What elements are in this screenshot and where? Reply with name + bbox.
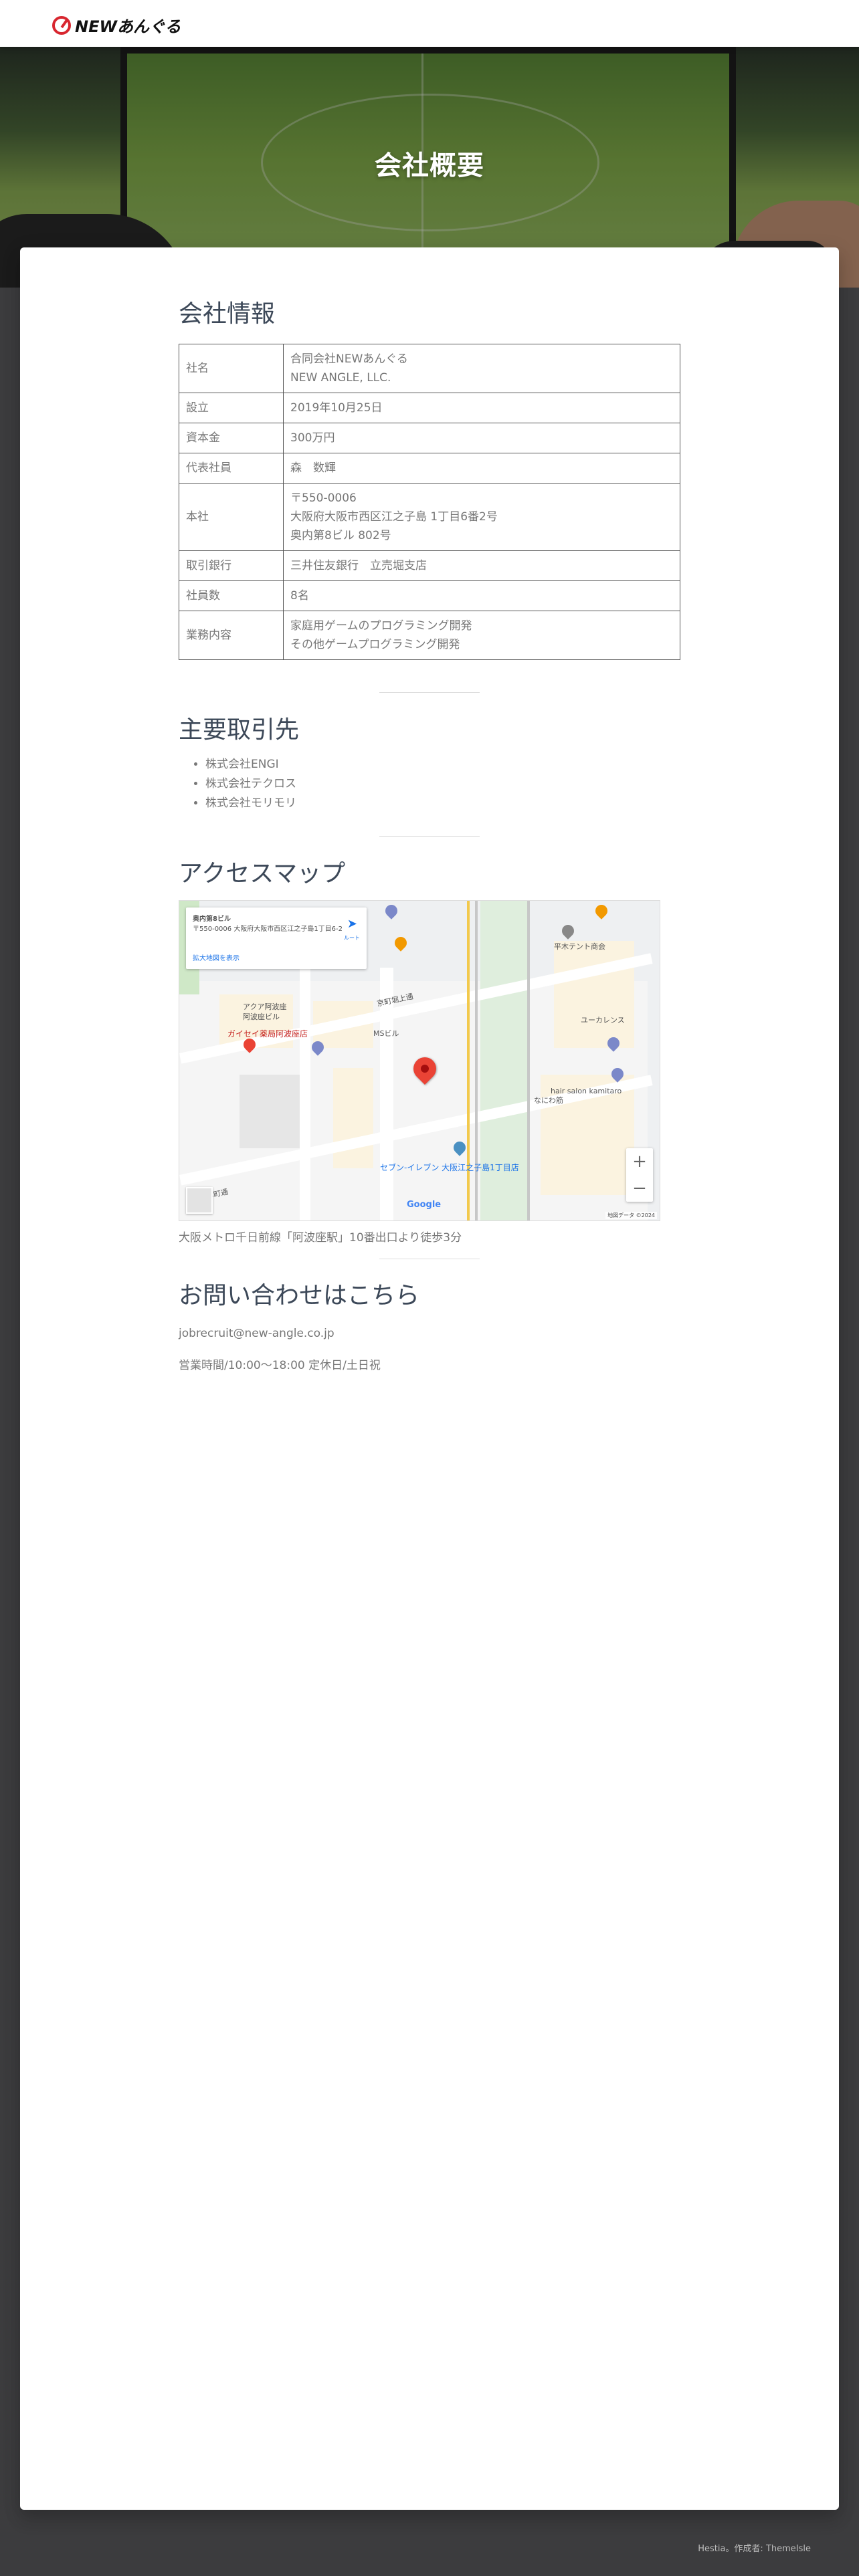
info-value-line: 300万円 [290, 431, 335, 445]
map-label: MSビル [373, 1029, 399, 1038]
info-value-line: 奥内第8ビル 802号 [290, 529, 391, 542]
info-value-line: 家庭用ゲームのプログラミング開発 [290, 619, 472, 633]
google-map[interactable]: 京町堀上通 なにわ筋 アクア阿波座 阿波座ビル ガイセイ薬局阿波座店 セブン-イ… [179, 900, 660, 1221]
directions-icon[interactable]: ➤ [347, 917, 357, 931]
info-table-row: 設立 2019年10月25日 [179, 393, 680, 423]
logo-icon [52, 15, 71, 35]
info-value-line: 三井住友銀行 立売堀支店 [290, 559, 427, 572]
zoom-out-button[interactable]: − [632, 1178, 647, 1198]
info-value-line: NEW ANGLE, LLC. [290, 371, 391, 385]
info-value-line: その他ゲームプログラミング開発 [290, 638, 460, 651]
themeisle-link[interactable]: ThemeIsle [766, 2544, 811, 2554]
info-table-row: 本社 〒550-0006 大阪府大阪市西区江之子島 1丁目6番2号 奥内第8ビル 80… [179, 483, 680, 551]
info-table-row: 社員数 8名 [179, 580, 680, 611]
info-label: 本社 [179, 483, 284, 551]
info-value-line: 〒550-0006 [290, 492, 357, 505]
access-map-heading: アクセスマップ [179, 860, 346, 887]
contact-email[interactable]: jobrecruit@new-angle.co.jp [179, 1327, 335, 1340]
info-value: 家庭用ゲームのプログラミング開発 その他ゲームプログラミング開発 [283, 611, 680, 660]
company-info-heading: 会社情報 [179, 300, 276, 328]
site-logo[interactable]: NEWあんぐる [52, 13, 181, 37]
place-pin-icon[interactable] [559, 922, 577, 940]
map-label: アクア阿波座 [243, 1002, 287, 1011]
client-item: 株式会社テクロス [205, 774, 296, 794]
map-label: 阿波座ビル [243, 1012, 280, 1021]
client-item: 株式会社ENGI [205, 755, 296, 774]
divider [379, 692, 480, 693]
info-label: 社名 [179, 344, 284, 393]
page-title: 会社概要 [375, 150, 484, 181]
info-value: 森 数輝 [283, 453, 680, 484]
divider [379, 836, 480, 837]
info-value: 合同会社NEWあんぐる NEW ANGLE, LLC. [283, 344, 680, 393]
map-type-toggle[interactable] [186, 1187, 213, 1214]
google-logo: Google [407, 1200, 442, 1210]
footer-credit: Hestia。作成者: ThemeIsle [698, 2541, 811, 2554]
info-table-row: 資本金 300万円 [179, 423, 680, 453]
business-hours: 営業時間/10:00〜18:00 定休日/土日祝 [179, 1359, 381, 1372]
logo-text: NEWあんぐる [75, 17, 181, 36]
shop-pin-icon[interactable] [392, 934, 409, 952]
company-info-table: 社名 合同会社NEWあんぐる NEW ANGLE, LLC. 設立 2019年10月25… [179, 344, 680, 660]
info-label: 社員数 [179, 580, 284, 611]
info-value: 8名 [283, 580, 680, 611]
info-label: 設立 [179, 393, 284, 423]
map-label: hair salon kamitaro [551, 1087, 622, 1095]
map-label: 平木テント商会 [554, 942, 605, 951]
info-table-row: 社名 合同会社NEWあんぐる NEW ANGLE, LLC. [179, 344, 680, 393]
directions-label[interactable]: ルート [344, 934, 360, 942]
info-table-row: 代表社員森 数輝 [179, 453, 680, 484]
footer-credit-prefix: Hestia。作成者: [698, 2544, 763, 2554]
map-card-title: 奥内第8ビル [193, 916, 231, 923]
info-value-line: 合同会社NEWあんぐる [290, 352, 408, 366]
client-item: 株式会社モリモリ [205, 794, 296, 813]
place-pin-icon[interactable] [383, 902, 400, 920]
map-label: なにわ筋 [534, 1096, 563, 1105]
navbar: NEWあんぐる [0, 0, 859, 47]
info-table-row: 業務内容 家庭用ゲームのプログラミング開発 その他ゲームプログラミング開発 [179, 611, 680, 660]
map-info-card: 奥内第8ビル 〒550-0006 大阪府大阪市西区江之子島1丁目6-2 ➤ ルー… [186, 907, 367, 969]
info-value-line: 2019年10月25日 [290, 401, 383, 415]
main-content: 会社情報 社名 合同会社NEWあんぐる NEW ANGLE, LLC. 設立 2019年… [20, 247, 839, 2510]
info-value-line: 大阪府大阪市西区江之子島 1丁目6番2号 [290, 510, 498, 524]
shop-pin-icon[interactable] [593, 902, 610, 920]
clients-heading: 主要取引先 [179, 716, 300, 744]
info-value: 〒550-0006 大阪府大阪市西区江之子島 1丁目6番2号 奥内第8ビル 802号 [283, 483, 680, 551]
map-label: ユーカレンス [581, 1016, 625, 1025]
info-table-row: 取引銀行 三井住友銀行 立売堀支店 [179, 550, 680, 581]
map-data-attribution[interactable]: 地図データ ©2024 [605, 1212, 657, 1219]
contact-heading: お問い合わせはこちら [179, 1282, 420, 1309]
info-label: 取引銀行 [179, 550, 284, 581]
info-label: 業務内容 [179, 611, 284, 660]
info-value: 三井住友銀行 立売堀支店 [283, 550, 680, 581]
info-value-line: 8名 [290, 589, 309, 603]
map-card-address: 〒550-0006 大阪府大阪市西区江之子島1丁目6-2 [193, 926, 343, 933]
info-value-line: 森 数輝 [290, 461, 336, 475]
info-label: 資本金 [179, 423, 284, 453]
clients-list: 株式会社ENGI株式会社テクロス株式会社モリモリ [179, 755, 296, 813]
map-label: ガイセイ薬局阿波座店 [227, 1029, 308, 1039]
access-note: 大阪メトロ千日前線「阿波座駅」10番出口より徒歩3分 [179, 1231, 462, 1245]
info-label: 代表社員 [179, 453, 284, 484]
map-zoom-controls: + − [626, 1148, 653, 1202]
map-label: セブン-イレブン 大阪江之子島1丁目店 [380, 1163, 519, 1172]
info-value: 300万円 [283, 423, 680, 453]
view-larger-map-link[interactable]: 拡大地図を表示 [193, 952, 240, 962]
zoom-in-button[interactable]: + [632, 1152, 647, 1172]
info-value: 2019年10月25日 [283, 393, 680, 423]
